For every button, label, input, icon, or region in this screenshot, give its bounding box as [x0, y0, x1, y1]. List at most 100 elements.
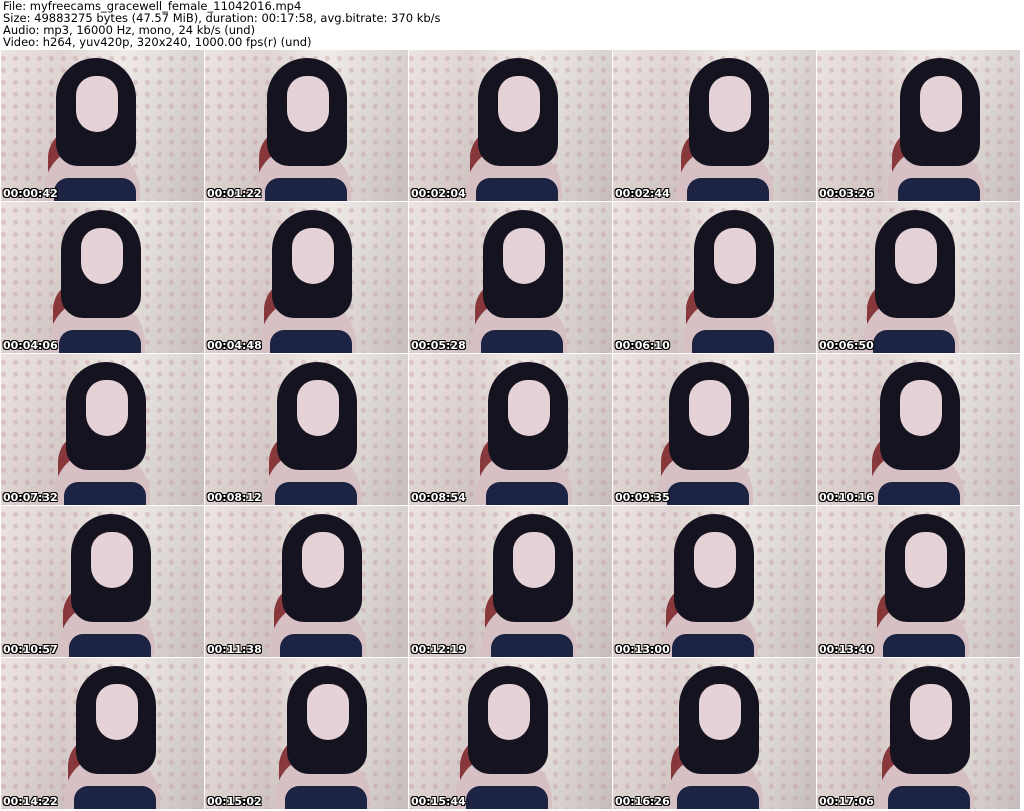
thumbnail-timestamp: 00:03:26 [819, 187, 874, 200]
thumbnail-timestamp: 00:13:40 [819, 643, 874, 656]
person-face-shape [292, 228, 334, 284]
video-thumbnail: 00:13:00 [613, 506, 816, 657]
clothing-shape [270, 330, 352, 353]
person-face-shape [297, 380, 339, 436]
thumbnail-timestamp: 00:02:04 [411, 187, 466, 200]
clothing-shape [672, 634, 754, 657]
clothing-shape [59, 330, 141, 353]
person-face-shape [694, 532, 736, 588]
clothing-shape [883, 634, 965, 657]
clothing-shape [275, 482, 357, 505]
clothing-shape [285, 786, 367, 809]
person-face-shape [689, 380, 731, 436]
person-face-shape [508, 380, 550, 436]
video-thumbnail: 00:12:19 [409, 506, 612, 657]
person-face-shape [900, 380, 942, 436]
thumbnail-grid: 00:00:42 00:01:22 00:02:04 00:02:44 00:03:26… [1, 50, 1023, 811]
clothing-shape [677, 786, 759, 809]
thumbnail-timestamp: 00:11:38 [207, 643, 262, 656]
person-face-shape [302, 532, 344, 588]
clothing-shape [878, 482, 960, 505]
video-thumbnail: 00:07:32 [1, 354, 204, 505]
person-face-shape [96, 684, 138, 740]
video-thumbnail: 00:00:42 [1, 50, 204, 201]
video-thumbnail: 00:04:06 [1, 202, 204, 353]
video-thumbnail: 00:06:50 [817, 202, 1020, 353]
person-face-shape [920, 76, 962, 132]
video-thumbnail: 00:10:16 [817, 354, 1020, 505]
clothing-shape [280, 634, 362, 657]
clothing-shape [898, 178, 980, 201]
file-info-header: File: myfreecams_gracewell_female_110420… [3, 0, 1021, 50]
thumbnail-timestamp: 00:06:50 [819, 339, 874, 352]
video-thumbnail: 00:15:02 [205, 658, 408, 809]
thumbnail-timestamp: 00:04:06 [3, 339, 58, 352]
thumbnail-timestamp: 00:02:44 [615, 187, 670, 200]
thumbnail-timestamp: 00:14:22 [3, 795, 58, 808]
video-thumbnail: 00:05:28 [409, 202, 612, 353]
thumbnail-timestamp: 00:09:35 [615, 491, 670, 504]
person-face-shape [910, 684, 952, 740]
person-face-shape [91, 532, 133, 588]
thumbnail-timestamp: 00:07:32 [3, 491, 58, 504]
thumbnail-timestamp: 00:00:42 [3, 187, 58, 200]
video-info-line: Video: h264, yuv420p, 320x240, 1000.00 f… [3, 35, 312, 49]
thumbnail-timestamp: 00:12:19 [411, 643, 466, 656]
thumbnail-timestamp: 00:17:06 [819, 795, 874, 808]
thumbnail-timestamp: 00:16:26 [615, 795, 670, 808]
video-thumbnail: 00:08:54 [409, 354, 612, 505]
person-face-shape [513, 532, 555, 588]
clothing-shape [476, 178, 558, 201]
clothing-shape [265, 178, 347, 201]
video-thumbnail: 00:02:04 [409, 50, 612, 201]
video-thumbnail: 00:14:22 [1, 658, 204, 809]
person-face-shape [287, 76, 329, 132]
video-thumbnail: 00:09:35 [613, 354, 816, 505]
person-face-shape [503, 228, 545, 284]
person-face-shape [699, 684, 741, 740]
video-thumbnail: 00:01:22 [205, 50, 408, 201]
person-face-shape [307, 684, 349, 740]
clothing-shape [74, 786, 156, 809]
person-face-shape [905, 532, 947, 588]
clothing-shape [687, 178, 769, 201]
person-face-shape [81, 228, 123, 284]
video-thumbnail: 00:10:57 [1, 506, 204, 657]
clothing-shape [888, 786, 970, 809]
person-face-shape [76, 76, 118, 132]
person-face-shape [86, 380, 128, 436]
video-thumbnail: 00:08:12 [205, 354, 408, 505]
person-face-shape [709, 76, 751, 132]
video-thumbnail: 00:02:44 [613, 50, 816, 201]
thumbnail-timestamp: 00:08:12 [207, 491, 262, 504]
clothing-shape [69, 634, 151, 657]
thumbnail-timestamp: 00:06:10 [615, 339, 670, 352]
clothing-shape [54, 178, 136, 201]
person-face-shape [498, 76, 540, 132]
thumbnail-timestamp: 00:08:54 [411, 491, 466, 504]
clothing-shape [873, 330, 955, 353]
clothing-shape [692, 330, 774, 353]
clothing-shape [481, 330, 563, 353]
video-thumbnail: 00:15:44 [409, 658, 612, 809]
person-face-shape [488, 684, 530, 740]
clothing-shape [667, 482, 749, 505]
thumbnail-timestamp: 00:10:16 [819, 491, 874, 504]
clothing-shape [491, 634, 573, 657]
thumbnail-timestamp: 00:05:28 [411, 339, 466, 352]
clothing-shape [466, 786, 548, 809]
video-thumbnail: 00:16:26 [613, 658, 816, 809]
video-thumbnail: 00:17:06 [817, 658, 1020, 809]
person-face-shape [895, 228, 937, 284]
video-thumbnail: 00:13:40 [817, 506, 1020, 657]
clothing-shape [64, 482, 146, 505]
clothing-shape [486, 482, 568, 505]
video-thumbnail: 00:06:10 [613, 202, 816, 353]
thumbnail-timestamp: 00:04:48 [207, 339, 262, 352]
thumbnail-timestamp: 00:10:57 [3, 643, 58, 656]
video-thumbnail: 00:04:48 [205, 202, 408, 353]
thumbnail-timestamp: 00:13:00 [615, 643, 670, 656]
person-face-shape [714, 228, 756, 284]
thumbnail-timestamp: 00:01:22 [207, 187, 262, 200]
video-thumbnail: 00:11:38 [205, 506, 408, 657]
